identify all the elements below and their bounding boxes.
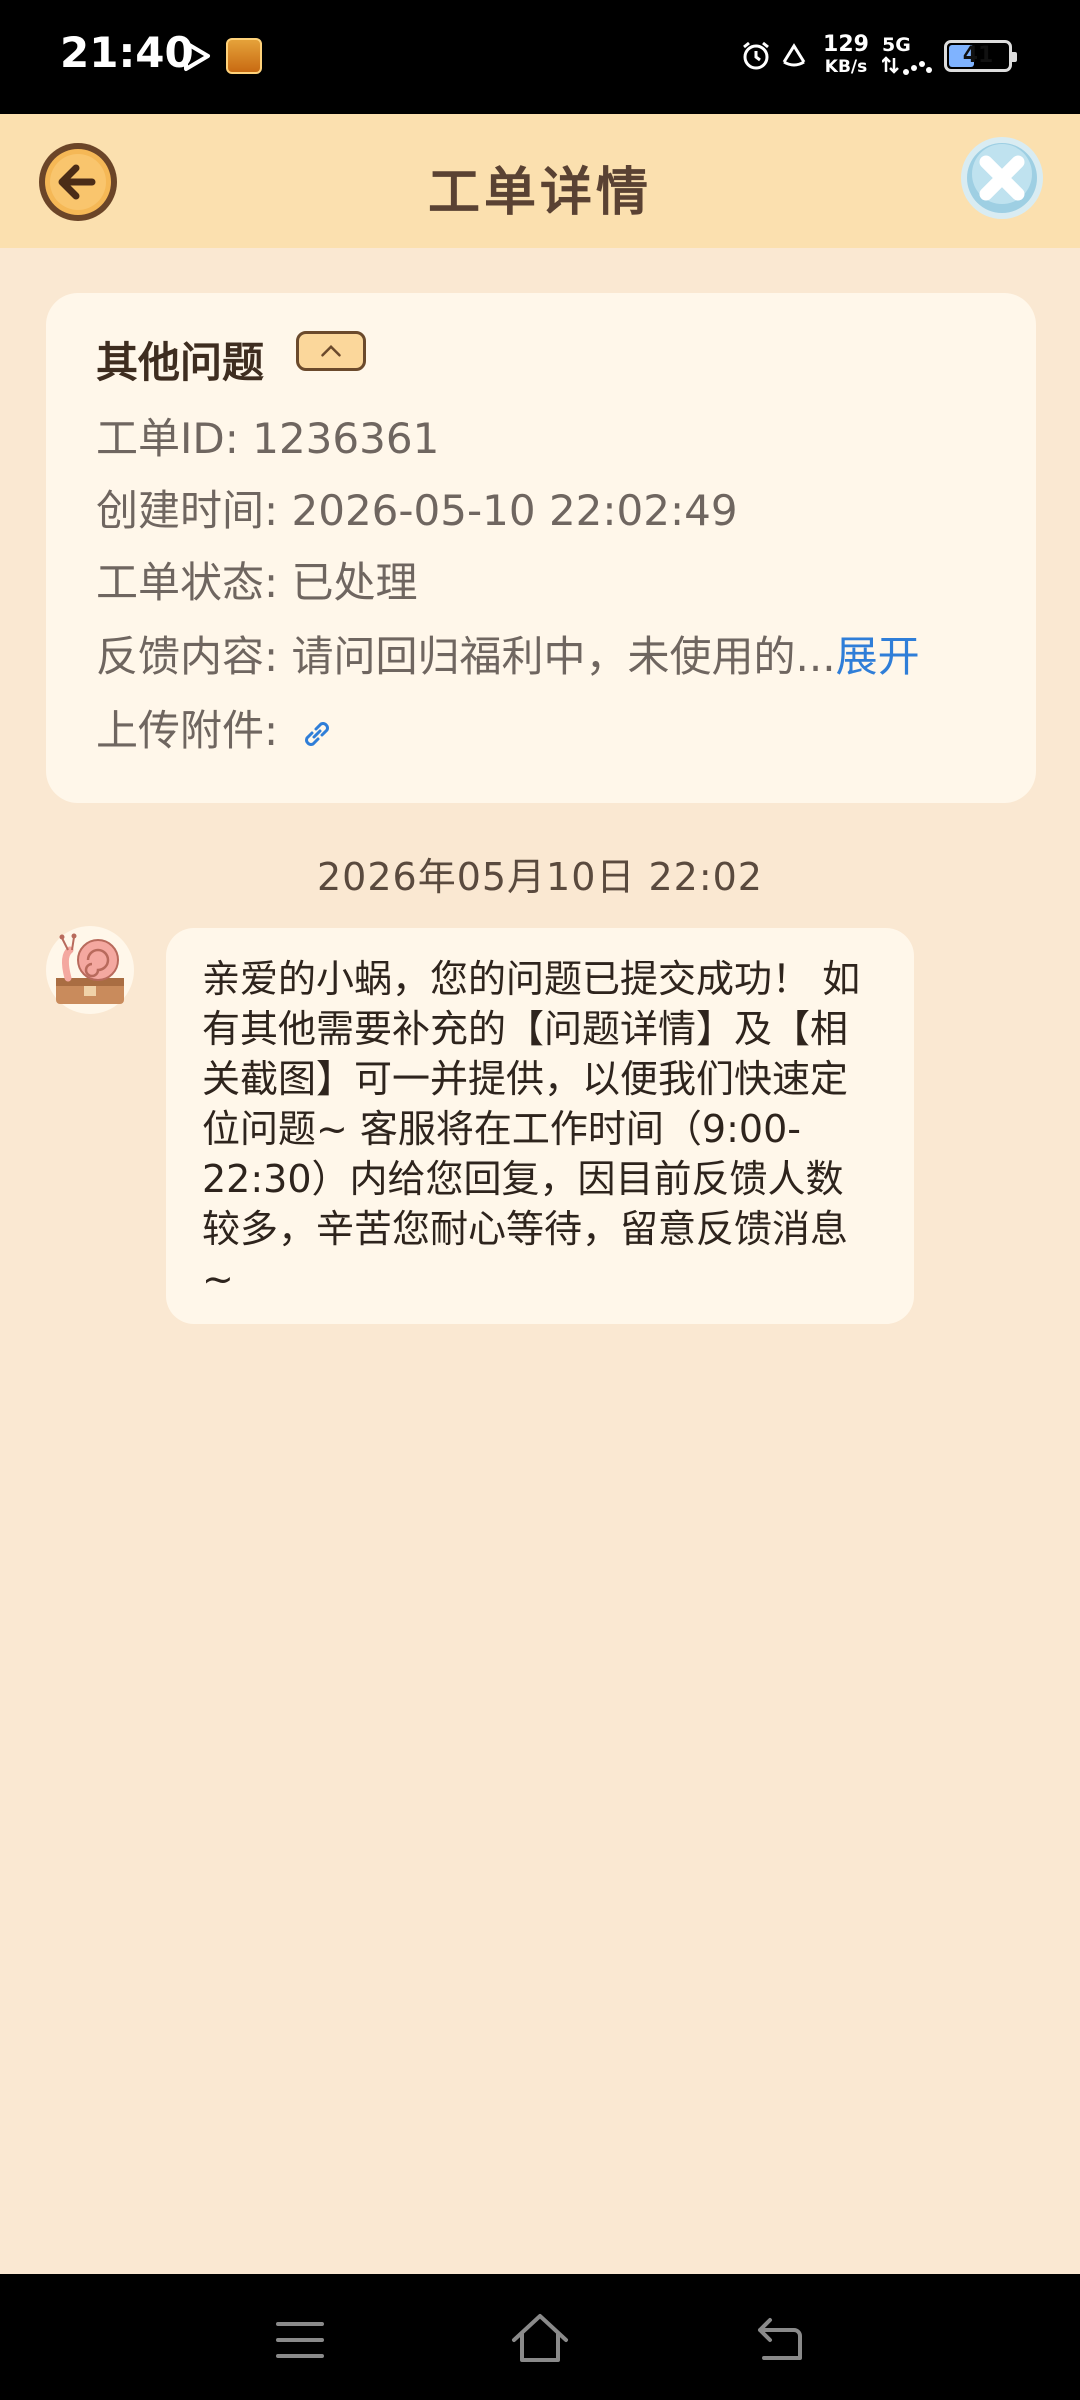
feedback-content-row: 反馈内容: 请问回归福利中，未使用的...展开 bbox=[96, 632, 920, 681]
alarm-icon bbox=[743, 41, 769, 70]
attachment-row: 上传附件: bbox=[96, 697, 334, 758]
created-time-row: 创建时间: 2026-05-10 22:02:49 bbox=[96, 486, 738, 535]
signal-icon: 5G bbox=[882, 34, 932, 80]
menu-icon[interactable] bbox=[276, 2320, 324, 2360]
status-bar: 21:40 129 KB/s 5G 41 bbox=[0, 0, 1080, 114]
app-icon bbox=[226, 38, 262, 74]
chat-timestamp: 2026年05月10日 22:02 bbox=[316, 855, 763, 899]
ticket-status-row: 工单状态: 已处理 bbox=[96, 558, 418, 607]
created-time: 2026-05-10 22:02:49 bbox=[291, 486, 738, 535]
chat-message-text: 亲爱的小蜗，您的问题已提交成功！ 如有其他需要补充的【问题详情】及【相关截图】可… bbox=[202, 957, 861, 1301]
header: 工单详情 bbox=[0, 114, 1080, 248]
navigation-bar bbox=[0, 2274, 1080, 2400]
network-speed: 129 KB/s bbox=[823, 32, 869, 78]
page-title: 工单详情 bbox=[427, 163, 652, 223]
nfc-icon bbox=[782, 43, 806, 67]
chat-message-bubble: 亲爱的小蜗，您的问题已提交成功！ 如有其他需要补充的【问题详情】及【相关截图】可… bbox=[166, 928, 914, 1324]
back-nav-icon[interactable] bbox=[754, 2316, 804, 2362]
ticket-info-card: 其他问题 工单ID: 1236361 创建时间: 2026-05-10 22:0… bbox=[46, 293, 1036, 803]
ticket-id: 1236361 bbox=[252, 414, 440, 463]
ticket-id-row: 工单ID: 1236361 bbox=[96, 414, 440, 463]
ticket-category: 其他问题 bbox=[96, 338, 265, 387]
link-icon[interactable] bbox=[300, 717, 334, 751]
home-icon[interactable] bbox=[510, 2312, 570, 2364]
collapse-button[interactable] bbox=[296, 331, 366, 371]
ticket-status: 已处理 bbox=[291, 558, 418, 607]
close-button[interactable] bbox=[958, 134, 1046, 222]
play-icon bbox=[184, 41, 210, 71]
status-time: 21:40 bbox=[60, 28, 194, 77]
feedback-content: 请问回归福利中，未使用的... bbox=[291, 632, 836, 681]
expand-link[interactable]: 展开 bbox=[836, 632, 920, 681]
snail-avatar-icon bbox=[46, 926, 134, 1014]
battery-icon: 41 bbox=[944, 40, 1017, 72]
